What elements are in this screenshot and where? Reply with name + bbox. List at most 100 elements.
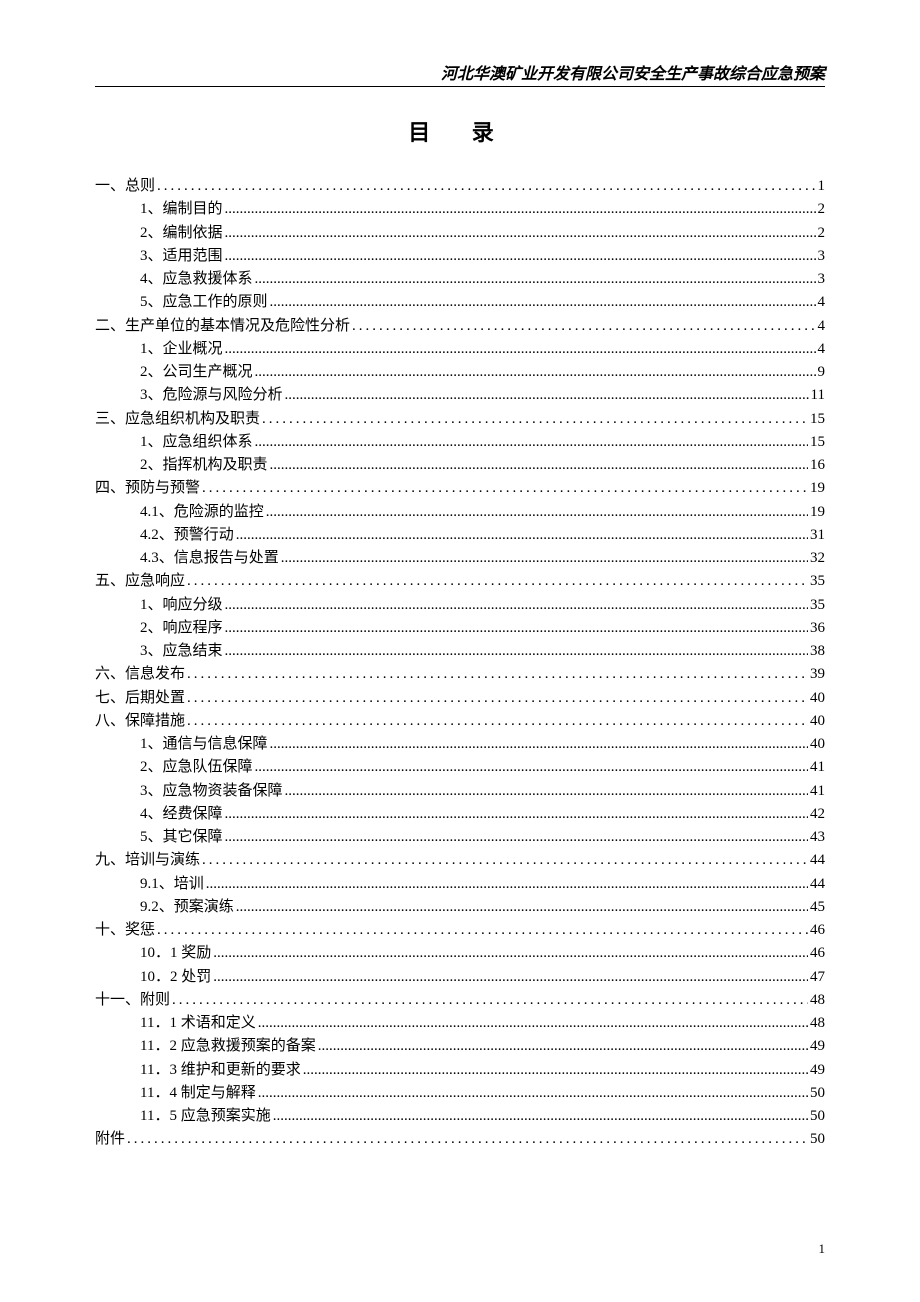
toc-entry-page: 4: [818, 315, 826, 338]
toc-entry[interactable]: 9.1、培训44: [140, 873, 825, 896]
toc-entry[interactable]: 4.2、预警行动31: [140, 524, 825, 547]
toc-leader-dots: [255, 756, 808, 779]
toc-entry-page: 48: [810, 989, 825, 1012]
toc-entry[interactable]: 七、后期处置 40: [95, 687, 825, 710]
toc-entry[interactable]: 9.2、预案演练45: [140, 896, 825, 919]
toc-leader-dots: [225, 245, 816, 268]
toc-entry-label: 七、后期处置: [95, 687, 185, 710]
toc-entry[interactable]: 10．1 奖励46: [140, 942, 825, 965]
toc-entry-page: 4: [818, 291, 826, 314]
toc-leader-dots: [273, 1105, 808, 1128]
toc-entry-page: 40: [810, 710, 825, 733]
toc-entry[interactable]: 11．3 维护和更新的要求49: [140, 1059, 825, 1082]
toc-entry[interactable]: 1、通信与信息保障40: [140, 733, 825, 756]
toc-entry-page: 49: [810, 1059, 825, 1082]
toc-entry-page: 40: [810, 687, 825, 710]
toc-entry-page: 41: [810, 756, 825, 779]
toc-entry-page: 50: [810, 1128, 825, 1151]
toc-entry[interactable]: 1、应急组织体系 15: [140, 431, 825, 454]
toc-entry-page: 50: [810, 1082, 825, 1105]
toc-leader-dots: [352, 315, 815, 338]
toc-entry[interactable]: 十、奖惩46: [95, 919, 825, 942]
toc-entry-page: 35: [810, 594, 825, 617]
toc-entry[interactable]: 4.1、危险源的监控19: [140, 501, 825, 524]
toc-leader-dots: [225, 640, 808, 663]
toc-leader-dots: [270, 454, 808, 477]
toc-leader-dots: [225, 617, 808, 640]
toc-leader-dots: [270, 733, 808, 756]
toc-entry-page: 11: [811, 384, 825, 407]
toc-entry-label: 11．5 应急预案实施: [140, 1105, 271, 1128]
toc-entry-label: 4.2、预警行动: [140, 524, 234, 547]
toc-entry[interactable]: 5、应急工作的原则4: [140, 291, 825, 314]
toc-entry[interactable]: 4.3、信息报告与处置32: [140, 547, 825, 570]
toc-entry[interactable]: 1、编制目的2: [140, 198, 825, 221]
toc-entry-page: 2: [818, 222, 826, 245]
toc-entry-label: 1、响应分级: [140, 594, 223, 617]
toc-entry-label: 附件: [95, 1128, 125, 1151]
document-page: 河北华澳矿业开发有限公司安全生产事故综合应急预案 目 录 一、总则11、编制目的…: [0, 0, 920, 1302]
toc-entry[interactable]: 五、应急响应35: [95, 570, 825, 593]
toc-entry-label: 九、培训与演练: [95, 849, 200, 872]
toc-entry-label: 4.3、信息报告与处置: [140, 547, 279, 570]
toc-entry-label: 六、信息发布: [95, 663, 185, 686]
toc-leader-dots: [255, 361, 816, 384]
toc-entry[interactable]: 2、指挥机构及职责16: [140, 454, 825, 477]
toc-entry-label: 1、编制目的: [140, 198, 223, 221]
toc-entry[interactable]: 3、危险源与风险分析 11: [140, 384, 825, 407]
toc-entry[interactable]: 2、响应程序36: [140, 617, 825, 640]
toc-entry-page: 36: [810, 617, 825, 640]
toc-entry[interactable]: 2、编制依据2: [140, 222, 825, 245]
toc-entry[interactable]: 三、应急组织机构及职责15: [95, 408, 825, 431]
toc-entry[interactable]: 十一、附则 48: [95, 989, 825, 1012]
toc-entry-page: 39: [810, 663, 825, 686]
toc-leader-dots: [225, 222, 816, 245]
toc-leader-dots: [285, 780, 808, 803]
toc-entry[interactable]: 八、保障措施40: [95, 710, 825, 733]
toc-entry-label: 11．2 应急救援预案的备案: [140, 1035, 316, 1058]
toc-entry-page: 19: [810, 501, 825, 524]
toc-entry-page: 9: [818, 361, 826, 384]
toc-entry[interactable]: 1、企业概况4: [140, 338, 825, 361]
toc-entry-page: 3: [818, 245, 826, 268]
toc-leader-dots: [281, 547, 808, 570]
toc-entry-label: 9.1、培训: [140, 873, 204, 896]
toc-entry-page: 50: [810, 1105, 825, 1128]
toc-leader-dots: [236, 524, 808, 547]
toc-entry-label: 2、应急队伍保障: [140, 756, 253, 779]
toc-entry[interactable]: 四、预防与预警19: [95, 477, 825, 500]
toc-entry[interactable]: 10．2 处罚47: [140, 966, 825, 989]
toc-entry-label: 十一、附则: [95, 989, 170, 1012]
toc-entry[interactable]: 11．1 术语和定义48: [140, 1012, 825, 1035]
toc-entry[interactable]: 5、其它保障43: [140, 826, 825, 849]
toc-entry[interactable]: 3、应急结束38: [140, 640, 825, 663]
toc-entry-label: 十、奖惩: [95, 919, 155, 942]
toc-entry-label: 1、企业概况: [140, 338, 223, 361]
toc-entry[interactable]: 3、适用范围3: [140, 245, 825, 268]
toc-entry-label: 11．1 术语和定义: [140, 1012, 256, 1035]
toc-entry[interactable]: 附件 50: [95, 1128, 825, 1151]
toc-entry[interactable]: 4、经费保障42: [140, 803, 825, 826]
toc-entry-page: 3: [818, 268, 826, 291]
toc-entry[interactable]: 一、总则1: [95, 175, 825, 198]
toc-entry[interactable]: 3、应急物资装备保障41: [140, 780, 825, 803]
toc-entry[interactable]: 4、应急救援体系 3: [140, 268, 825, 291]
toc-entry[interactable]: 2、应急队伍保障 41: [140, 756, 825, 779]
toc-entry[interactable]: 11．4 制定与解释 50: [140, 1082, 825, 1105]
toc-entry-label: 二、生产单位的基本情况及危险性分析: [95, 315, 350, 338]
toc-entry[interactable]: 11．5 应急预案实施 50: [140, 1105, 825, 1128]
toc-entry-label: 11．4 制定与解释: [140, 1082, 256, 1105]
toc-entry-page: 49: [810, 1035, 825, 1058]
toc-entry-label: 3、危险源与风险分析: [140, 384, 283, 407]
toc-entry[interactable]: 二、生产单位的基本情况及危险性分析 4: [95, 315, 825, 338]
toc-entry-label: 4、应急救援体系: [140, 268, 253, 291]
toc-entry[interactable]: 2、公司生产概况9: [140, 361, 825, 384]
toc-entry[interactable]: 11．2 应急救援预案的备案 49: [140, 1035, 825, 1058]
toc-entry-label: 1、应急组织体系: [140, 431, 253, 454]
toc-entry-page: 16: [810, 454, 825, 477]
toc-entry-page: 41: [810, 780, 825, 803]
toc-entry-page: 15: [810, 431, 825, 454]
toc-entry[interactable]: 1、响应分级 35: [140, 594, 825, 617]
toc-entry[interactable]: 九、培训与演练44: [95, 849, 825, 872]
toc-entry[interactable]: 六、信息发布 39: [95, 663, 825, 686]
